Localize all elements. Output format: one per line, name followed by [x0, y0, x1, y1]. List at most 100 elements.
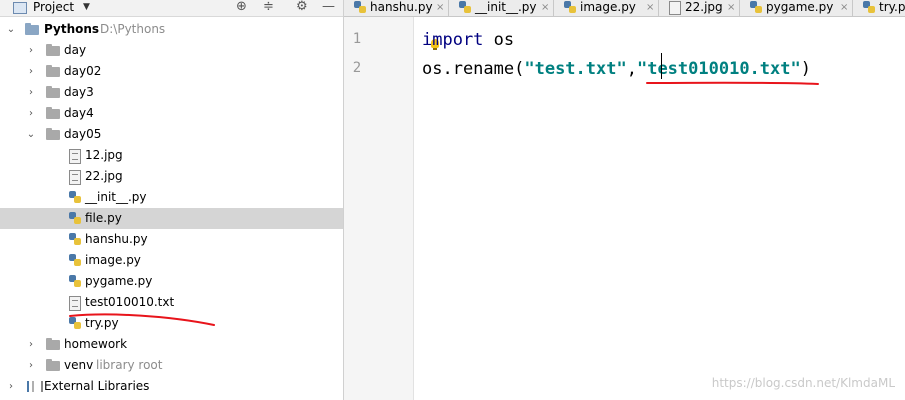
folder-icon: [46, 128, 60, 140]
tree-folder-day02[interactable]: › day02: [0, 61, 343, 82]
tree-item-label: homework: [64, 337, 128, 351]
python-file-icon: [69, 275, 81, 287]
project-panel-header: Project ▼ ⊕ ≑ ⚙ —: [0, 0, 343, 17]
text-file-icon: [69, 296, 81, 311]
arg-separator: ,: [626, 59, 637, 79]
tab-label: hanshu.py: [370, 0, 433, 14]
close-icon[interactable]: ×: [646, 0, 654, 15]
tree-item-label: test010010.txt: [85, 295, 175, 309]
tree-external-libraries[interactable]: › External Libraries: [0, 376, 343, 397]
chevron-right-icon[interactable]: ›: [25, 61, 37, 82]
text-caret: [661, 53, 662, 79]
chevron-right-icon[interactable]: ›: [5, 376, 17, 397]
project-view-selector[interactable]: Project: [33, 0, 74, 14]
folder-icon: [46, 338, 60, 350]
python-file-icon: [69, 233, 81, 245]
close-icon[interactable]: ×: [541, 0, 549, 15]
line-number: 2: [352, 60, 362, 76]
tree-folder-day[interactable]: › day: [0, 40, 343, 61]
tree-item-label: file.py: [85, 211, 122, 225]
tree-folder-venv[interactable]: › venv library root: [0, 355, 343, 376]
library-root-hint: library root: [96, 358, 163, 372]
tree-item-label: venv: [64, 358, 94, 372]
python-file-icon: [354, 1, 366, 13]
tree-item-label: day3: [64, 85, 94, 99]
tree-file-12-jpg[interactable]: 12.jpg: [0, 145, 343, 166]
tab-hanshu-py[interactable]: hanshu.py ×: [344, 0, 449, 16]
tab-image-py[interactable]: image.py ×: [554, 0, 659, 16]
folder-icon: [46, 107, 60, 119]
tree-folder-day4[interactable]: › day4: [0, 103, 343, 124]
tree-folder-day3[interactable]: › day3: [0, 82, 343, 103]
tree-file-image-py[interactable]: image.py: [0, 250, 343, 271]
tab-init-py[interactable]: __init__.py ×: [449, 0, 554, 16]
folder-icon: [46, 65, 60, 77]
gear-icon[interactable]: ⚙: [296, 0, 308, 14]
tab-label: pygame.py: [766, 0, 834, 14]
tree-item-label: hanshu.py: [85, 232, 148, 246]
tree-file-init-py[interactable]: __init__.py: [0, 187, 343, 208]
keyword-import: import: [422, 30, 484, 50]
line-number: 1: [352, 31, 362, 47]
python-file-icon: [459, 1, 471, 13]
code-line-2[interactable]: os.rename("test.txt","test010010.txt"): [422, 59, 811, 79]
close-icon[interactable]: ×: [436, 0, 444, 15]
tree-item-label: 12.jpg: [85, 148, 123, 162]
close-icon[interactable]: ×: [727, 0, 735, 15]
code-editor[interactable]: import os os.rename("test.txt","test0100…: [414, 17, 905, 400]
close-icon[interactable]: ×: [840, 0, 848, 15]
crosshair-icon[interactable]: ⊕: [236, 0, 247, 14]
chevron-down-icon[interactable]: ⌄: [5, 19, 17, 40]
import-target: os: [483, 30, 515, 50]
python-file-icon: [69, 254, 81, 266]
project-icon: [13, 2, 27, 14]
chevron-right-icon[interactable]: ›: [25, 103, 37, 124]
chevron-down-icon[interactable]: ▼: [83, 0, 90, 14]
tree-folder-day05[interactable]: ⌄ day05: [0, 124, 343, 145]
folder-icon: [25, 23, 39, 35]
tree-file-file-py[interactable]: file.py: [0, 208, 343, 229]
call-suffix: ): [800, 59, 811, 79]
tab-label: 22.jpg: [685, 0, 723, 14]
watermark: https://blog.csdn.net/KlmdaML: [711, 376, 895, 390]
library-icon: [27, 381, 43, 392]
tab-label: __init__.py: [475, 0, 537, 14]
tree-item-label: __init__.py: [85, 190, 147, 204]
chevron-right-icon[interactable]: ›: [25, 334, 37, 355]
image-file-icon: [69, 149, 81, 164]
tree-root-path: D:\Pythons: [100, 22, 166, 36]
python-file-icon: [863, 1, 875, 13]
chevron-right-icon[interactable]: ›: [25, 40, 37, 61]
tab-try-py[interactable]: try.py: [853, 0, 905, 16]
tree-root-label: Pythons: [44, 22, 100, 36]
tab-pygame-py[interactable]: pygame.py ×: [740, 0, 853, 16]
tree-file-try-py[interactable]: try.py: [0, 313, 343, 334]
string-arg-1: "test.txt": [524, 59, 627, 79]
collapse-icon[interactable]: ≑: [263, 0, 274, 14]
tab-label: try.py: [879, 0, 905, 14]
chevron-right-icon[interactable]: ›: [25, 355, 37, 376]
call-prefix: os.rename(: [422, 59, 525, 79]
code-line-1[interactable]: import os: [422, 30, 514, 50]
editor-gutter: 1 2: [344, 17, 414, 400]
tree-item-label: External Libraries: [44, 379, 150, 393]
tree-file-test010010-txt[interactable]: test010010.txt: [0, 292, 343, 313]
tab-22-jpg[interactable]: 22.jpg ×: [659, 0, 740, 16]
chevron-right-icon[interactable]: ›: [25, 82, 37, 103]
tree-file-22-jpg[interactable]: 22.jpg: [0, 166, 343, 187]
python-file-icon: [564, 1, 576, 13]
tree-file-hanshu-py[interactable]: hanshu.py: [0, 229, 343, 250]
tab-label: image.py: [580, 0, 636, 14]
tree-root-pythons[interactable]: ⌄ Pythons D:\Pythons: [0, 19, 343, 40]
minimize-icon[interactable]: —: [322, 0, 335, 14]
tree-folder-homework[interactable]: › homework: [0, 334, 343, 355]
tree-item-label: day4: [64, 106, 94, 120]
image-file-icon: [669, 1, 681, 15]
tree-item-label: try.py: [85, 316, 119, 330]
chevron-down-icon[interactable]: ⌄: [25, 124, 37, 145]
tree-item-label: day: [64, 43, 87, 57]
tree-item-label: 22.jpg: [85, 169, 123, 183]
tree-file-pygame-py[interactable]: pygame.py: [0, 271, 343, 292]
tree-item-label: day02: [64, 64, 102, 78]
editor-tab-bar: hanshu.py × __init__.py × image.py × 22.…: [344, 0, 905, 17]
